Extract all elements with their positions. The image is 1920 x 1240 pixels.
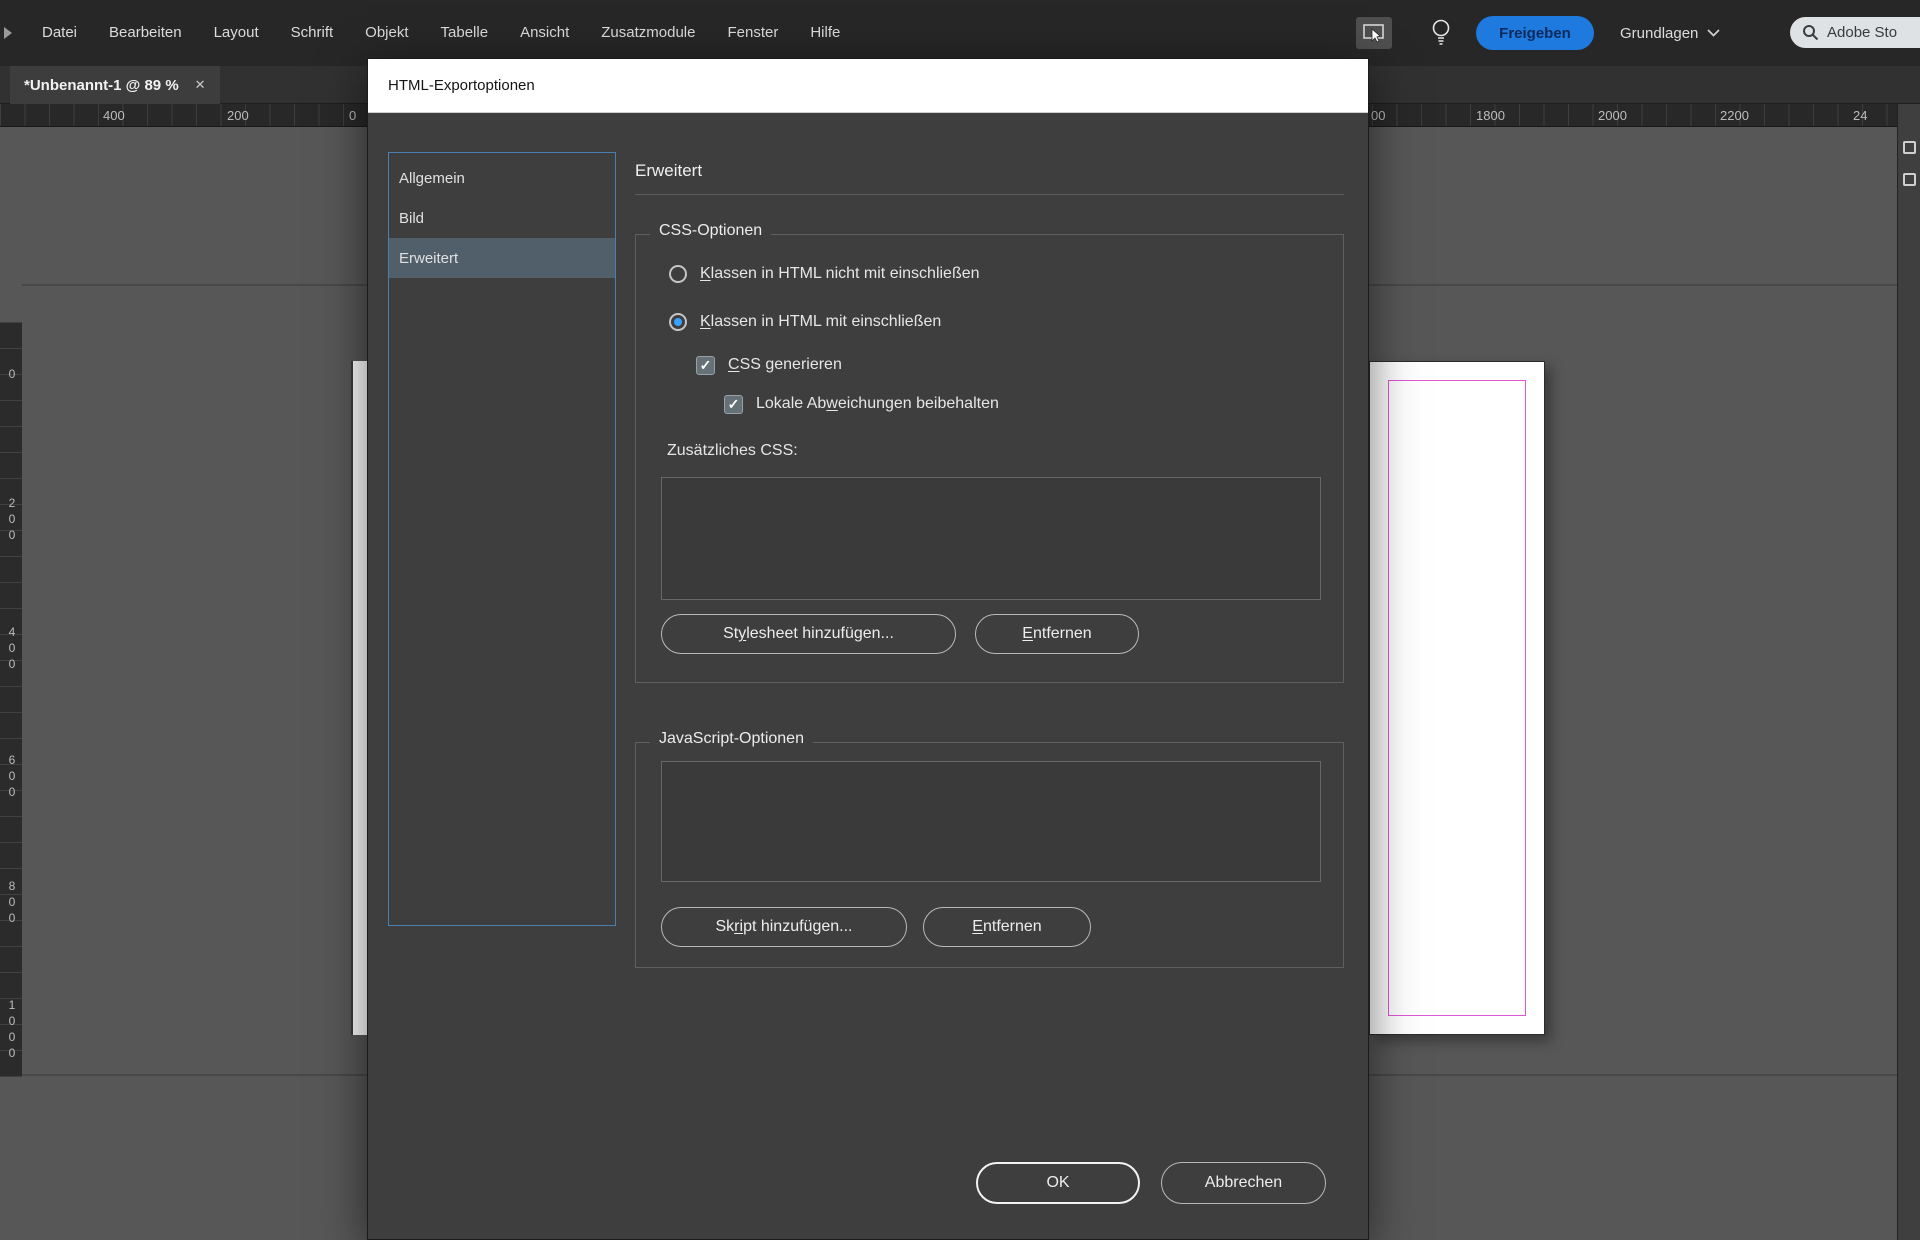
ruler-v-label: 0 — [5, 367, 19, 383]
dock-panel-icon[interactable] — [1903, 173, 1916, 186]
page-margin-guide — [1388, 380, 1526, 1016]
app-arrow-icon — [4, 27, 12, 39]
document-tab[interactable]: *Unbenannt-1 @ 89 % ✕ — [10, 66, 220, 104]
checkbox-checked-icon: ✓ — [696, 355, 715, 375]
ruler-h-label: 1800 — [1476, 108, 1505, 123]
menu-datei[interactable]: Datei — [26, 0, 93, 66]
radio-exclude-label: Klassen in HTML nicht mit einschließen — [700, 265, 980, 282]
page-left-edge — [351, 361, 367, 1035]
ruler-h-label: 400 — [103, 108, 125, 123]
menu-bearbeiten[interactable]: Bearbeiten — [93, 0, 198, 66]
ruler-h-label: 2000 — [1598, 108, 1627, 123]
menu-ansicht[interactable]: Ansicht — [504, 0, 585, 66]
ruler-h-label: 00 — [1371, 108, 1386, 123]
ok-button[interactable]: OK — [976, 1162, 1140, 1204]
radio-include-classes[interactable]: Klassen in HTML mit einschließen — [669, 309, 941, 335]
menu-items: Datei Bearbeiten Layout Schrift Objekt T… — [26, 0, 856, 66]
additional-css-list[interactable] — [661, 477, 1321, 600]
lightbulb-icon — [1432, 19, 1450, 45]
workspace-switcher[interactable]: Grundlagen — [1620, 0, 1721, 66]
menu-layout[interactable]: Layout — [198, 0, 275, 66]
checkbox-preserve-overrides[interactable]: ✓ Lokale Abweichungen beibehalten — [724, 391, 999, 417]
vertical-ruler[interactable]: 0 200 400 600 800 1000 — [0, 127, 22, 1240]
stock-search-text: Adobe Sto — [1827, 24, 1898, 41]
sidebar-item-erweitert[interactable]: Erweitert — [389, 238, 615, 278]
screen-mode-icon — [1363, 24, 1384, 43]
screen-mode-button[interactable] — [1356, 17, 1392, 49]
ruler-v-label: 600 — [5, 753, 19, 801]
javascript-options-legend: JavaScript-Optionen — [650, 730, 813, 748]
javascript-list[interactable] — [661, 761, 1321, 882]
ruler-h-label: 24 — [1853, 108, 1868, 123]
menu-schrift[interactable]: Schrift — [275, 0, 350, 66]
radio-include-label: Klassen in HTML mit einschließen — [700, 313, 942, 330]
remove-script-button[interactable]: Entfernen — [923, 907, 1091, 947]
menu-fenster[interactable]: Fenster — [711, 0, 794, 66]
ruler-h-label: 2200 — [1720, 108, 1749, 123]
javascript-options-group: JavaScript-Optionen Skript hinzufügen...… — [635, 730, 1344, 968]
radio-icon — [669, 265, 687, 283]
ruler-v-label: 1000 — [5, 998, 19, 1062]
dialog-sidebar: Allgemein Bild Erweitert — [388, 152, 616, 926]
panel-heading-rule — [635, 194, 1344, 195]
css-options-group: CSS-Optionen Klassen in HTML nicht mit e… — [635, 222, 1344, 683]
checkbox-generate-css[interactable]: ✓ CSS generieren — [696, 352, 842, 378]
preserve-overrides-label: Lokale Abweichungen beibehalten — [756, 395, 999, 412]
dialog-body: Allgemein Bild Erweitert Erweitert CSS-O… — [368, 113, 1368, 1239]
html-export-options-dialog: HTML-Exportoptionen Allgemein Bild Erwei… — [367, 58, 1369, 1240]
share-button[interactable]: Freigeben — [1476, 16, 1594, 50]
panel-dock — [1897, 104, 1920, 1240]
menu-hilfe[interactable]: Hilfe — [794, 0, 856, 66]
tab-close-icon[interactable]: ✕ — [195, 77, 206, 93]
ruler-v-label: 200 — [5, 496, 19, 544]
add-stylesheet-button[interactable]: Stylesheet hinzufügen... — [661, 614, 956, 654]
search-icon — [1803, 25, 1819, 41]
page — [1369, 361, 1545, 1035]
panel-heading: Erweitert — [635, 161, 703, 180]
menubar: Datei Bearbeiten Layout Schrift Objekt T… — [0, 0, 1920, 66]
ruler-h-label: 0 — [349, 108, 357, 123]
additional-css-label: Zusätzliches CSS: — [667, 442, 798, 459]
vertical-ruler-segment: 0 200 400 600 800 1000 — [0, 322, 22, 1077]
chevron-down-icon — [1707, 29, 1721, 37]
check-icon: ✓ — [699, 357, 712, 373]
remove-stylesheet-button[interactable]: Entfernen — [975, 614, 1139, 654]
dock-panel-icon[interactable] — [1903, 141, 1916, 154]
menu-objekt[interactable]: Objekt — [349, 0, 424, 66]
radio-exclude-classes[interactable]: Klassen in HTML nicht mit einschließen — [669, 261, 980, 287]
check-icon: ✓ — [727, 396, 740, 412]
menu-zusatzmodule[interactable]: Zusatzmodule — [585, 0, 711, 66]
workspace-label: Grundlagen — [1620, 24, 1699, 42]
cancel-button[interactable]: Abbrechen — [1161, 1162, 1326, 1204]
checkbox-checked-icon: ✓ — [724, 394, 743, 414]
ruler-v-label: 400 — [5, 625, 19, 673]
add-script-button[interactable]: Skript hinzufügen... — [661, 907, 907, 947]
radio-checked-icon — [669, 313, 687, 331]
stock-search-input[interactable]: Adobe Sto — [1790, 17, 1920, 48]
menu-tabelle[interactable]: Tabelle — [425, 0, 505, 66]
ruler-h-label: 200 — [227, 108, 249, 123]
dialog-title: HTML-Exportoptionen — [388, 77, 535, 94]
document-tab-title: *Unbenannt-1 @ 89 % — [24, 76, 179, 94]
css-options-legend: CSS-Optionen — [650, 222, 772, 240]
dialog-titlebar[interactable]: HTML-Exportoptionen — [368, 59, 1368, 113]
sidebar-item-allgemein[interactable]: Allgemein — [389, 158, 615, 198]
ruler-v-label: 800 — [5, 879, 19, 927]
learn-button[interactable] — [1430, 18, 1452, 48]
generate-css-label: CSS generieren — [728, 356, 842, 373]
sidebar-item-bild[interactable]: Bild — [389, 198, 615, 238]
